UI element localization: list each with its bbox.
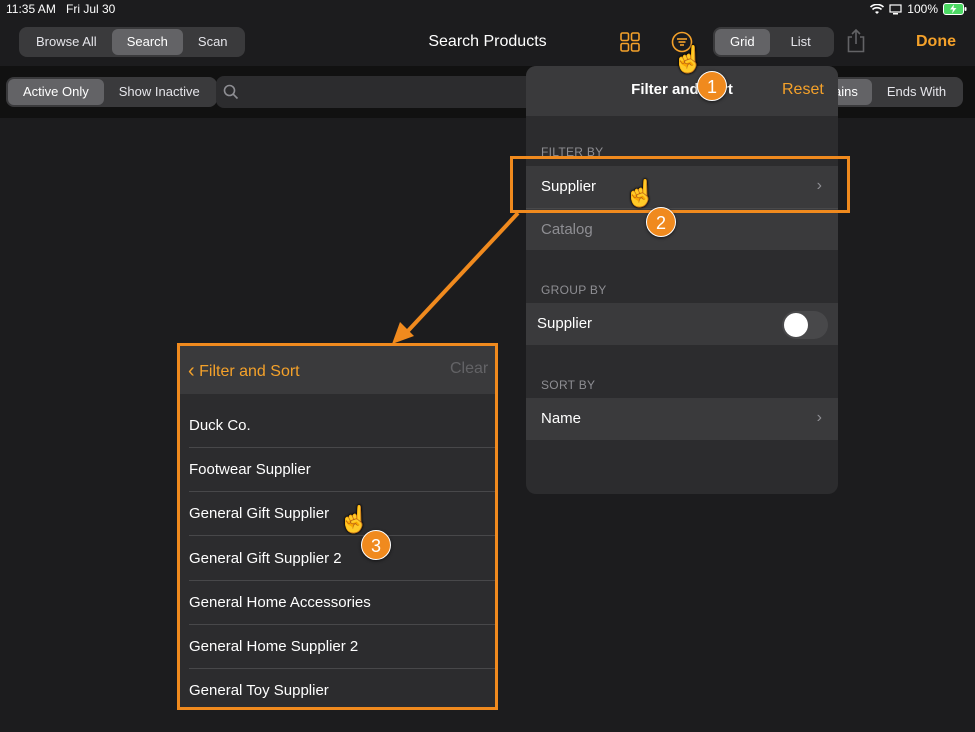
step-badge-3: 3 [361,530,391,560]
supplier-name: General Home Supplier 2 [189,638,359,655]
supplier-item[interactable]: General Gift Supplier 2 [189,537,495,581]
step-badge-2: 2 [646,207,676,237]
supplier-item[interactable]: General Toy Supplier [189,669,495,707]
pointer-hand-icon: ☝ [624,178,657,208]
supplier-item[interactable]: General Home Supplier 2 [189,625,495,669]
supplier-item[interactable]: Duck Co. [189,404,495,448]
supplier-name: Footwear Supplier [189,461,311,478]
panel-header: ‹ Filter and Sort Clear [180,346,495,394]
supplier-name: General Gift Supplier [189,505,330,522]
supplier-item[interactable]: Footwear Supplier [189,448,495,492]
pointer-hand-icon: ☝ [338,504,371,534]
supplier-name: General Toy Supplier [189,682,329,699]
clear-button[interactable]: Clear [450,360,488,378]
back-label: Filter and Sort [199,363,300,380]
supplier-item[interactable]: General Home Accessories [189,581,495,625]
step-badge-1: 1 [697,71,727,101]
chevron-left-icon: ‹ [188,360,195,382]
supplier-name: General Home Accessories [189,594,371,611]
supplier-name: General Gift Supplier 2 [189,550,342,567]
back-button[interactable]: ‹ Filter and Sort [188,359,300,382]
supplier-name: Duck Co. [189,417,251,434]
pointer-hand-icon: ☝ [672,44,705,74]
